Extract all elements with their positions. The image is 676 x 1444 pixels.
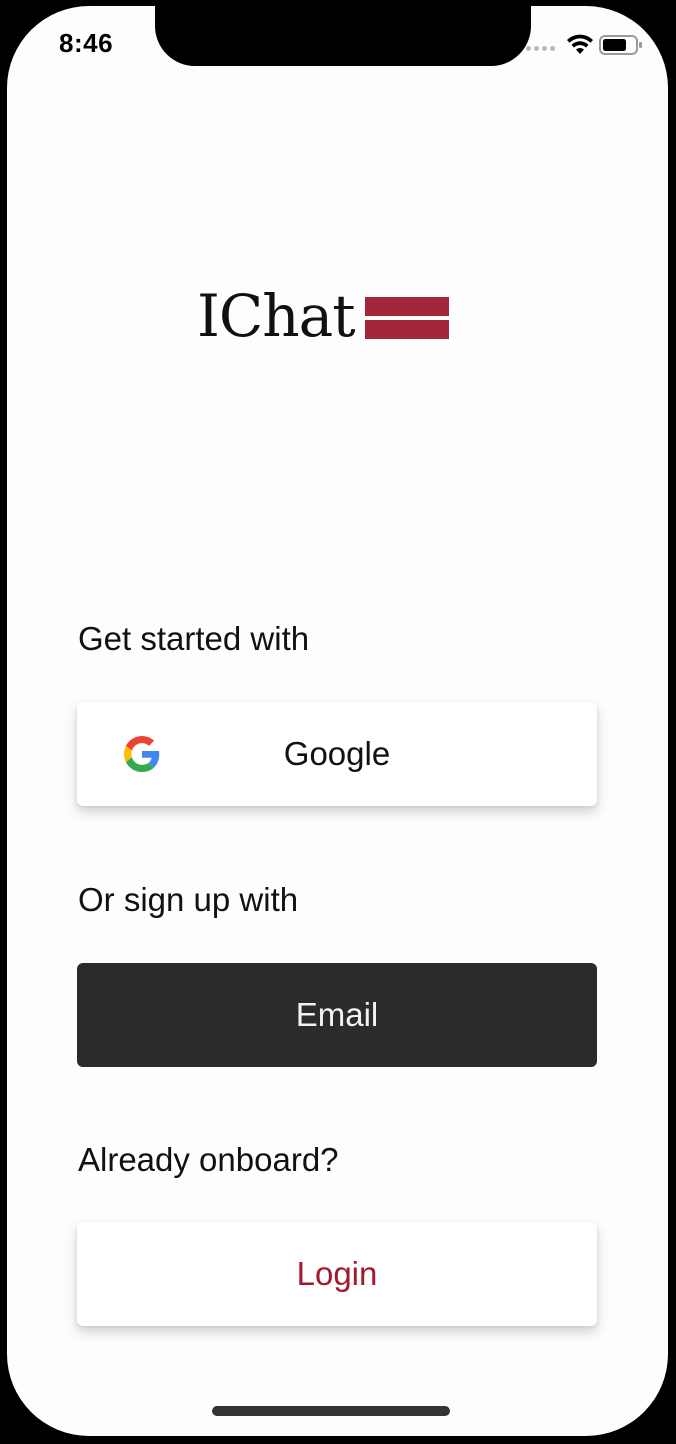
login-button-label: Login [296, 1255, 378, 1292]
already-onboard-label: Already onboard? [78, 1141, 339, 1178]
wifi-icon [567, 34, 593, 54]
email-button-label: Email [295, 996, 379, 1033]
google-button-label: Google [283, 735, 391, 772]
app-logo: IChat [197, 276, 497, 356]
app-screen: 8:46 IChat Get started with Google Or si… [7, 6, 668, 1436]
battery-icon [599, 35, 642, 55]
device-notch [155, 6, 531, 66]
status-time: 8:46 [59, 28, 114, 58]
google-signin-button[interactable]: Google [77, 702, 597, 806]
signup-label: Or sign up with [78, 881, 299, 918]
google-icon [124, 736, 160, 772]
email-signup-button[interactable]: Email [77, 963, 597, 1067]
login-button[interactable]: Login [77, 1222, 597, 1326]
home-indicator[interactable] [212, 1406, 450, 1416]
flag-icon [364, 297, 449, 340]
cellular-signal-icon [526, 46, 555, 51]
device-frame: 8:46 IChat Get started with Google Or si… [0, 0, 676, 1444]
get-started-label: Get started with [78, 620, 310, 657]
logo-text: IChat [197, 282, 356, 350]
